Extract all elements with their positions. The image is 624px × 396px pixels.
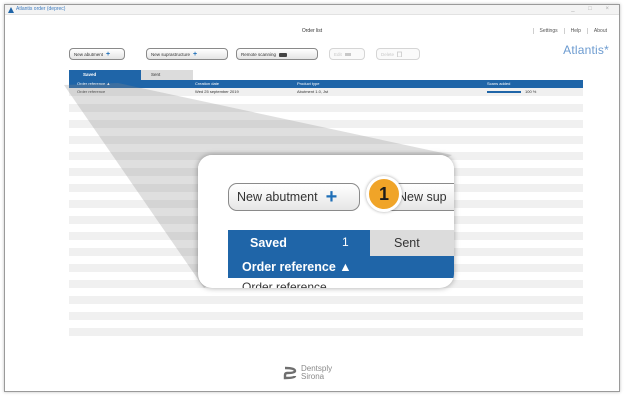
menu-settings[interactable]: Settings [532,28,564,34]
table-row [69,312,583,320]
window-controls[interactable]: _ □ × [571,6,615,12]
table-row [69,304,583,312]
callout-new-suprastructure-label: New sup [398,190,447,204]
new-abutment-button[interactable]: New abutment + [69,48,125,60]
step-number: 1 [378,183,389,204]
column-header-order-reference[interactable]: Order reference ▲ [77,81,110,86]
trash-icon [397,51,402,57]
table-row [69,128,583,136]
column-header-scans-added[interactable]: Scans added [487,81,510,86]
dentsply-sirona-mark-icon [283,366,297,380]
new-suprastructure-label: New suprastructure [151,51,191,57]
table-row [69,104,583,112]
cell-creation-date: Wed 25 september 2019 [195,89,239,94]
table-row [69,136,583,144]
table-row [69,288,583,296]
tab-saved[interactable]: Saved [69,70,141,80]
cell-product-type: Abutment 1.0, Jst [297,89,329,94]
title-bar: Atlantis order (deprec) _ □ × [5,5,619,15]
cell-scans-added: 100 % [525,89,537,94]
table-row[interactable]: Order reference Wed 25 september 2019 Ab… [69,88,583,96]
table-row [69,120,583,128]
new-abutment-label: New abutment [74,51,104,57]
table-row [69,296,583,304]
delete-button[interactable]: Delete [376,48,420,60]
window-title: Atlantis order (deprec) [16,6,66,12]
dentsply-sirona-logo: Dentsply Sirona [283,365,332,381]
step-number-badge: 1 [366,176,402,212]
edit-label: Edit [334,51,342,57]
top-menu: Settings Help About [532,28,613,34]
zoom-callout: New abutment + New sup 1 Saved 1 Sent Or… [198,155,454,288]
table-row [69,144,583,152]
column-header-creation-date[interactable]: Creation date [195,81,219,86]
table-row [69,336,583,344]
callout-new-abutment-button[interactable]: New abutment + [228,183,360,211]
callout-column-header[interactable]: Order reference ▲ [228,256,454,278]
plus-icon: + [325,186,338,208]
table-row [69,328,583,336]
table-header: Order reference ▲ Creation date Product … [69,80,583,88]
callout-table-row: Order reference [242,280,327,288]
callout-tab-count: 1 [342,235,349,249]
delete-label: Delete [381,51,395,57]
new-suprastructure-button[interactable]: New suprastructure + [146,48,228,60]
scanner-icon [279,52,288,57]
remote-scanning-button[interactable]: Remote scanning [236,48,318,60]
brand-logo: Atlantis* [563,43,609,57]
plus-icon: + [106,50,111,58]
tab-sent[interactable]: Sent [141,70,193,80]
edit-icon [344,52,351,56]
callout-tab-sent[interactable]: Sent [370,230,454,256]
column-header-product-type[interactable]: Product type [297,81,319,86]
remote-scanning-label: Remote scanning [241,51,277,57]
edit-button[interactable]: Edit [329,48,365,60]
scan-progress-fill [487,91,521,93]
menu-help[interactable]: Help [563,28,587,34]
table-row [69,320,583,328]
table-row [69,112,583,120]
callout-new-abutment-label: New abutment [237,190,318,204]
plus-icon: + [193,50,198,58]
app-logo-icon [8,7,14,13]
cell-order-reference: Order reference [77,89,106,94]
screen-title: Order list [301,28,323,34]
footer-text: Dentsply Sirona [301,365,332,381]
table-row [69,96,583,104]
scan-progress-bar [487,91,521,93]
menu-about[interactable]: About [586,28,613,34]
footer-line-2: Sirona [301,372,325,381]
